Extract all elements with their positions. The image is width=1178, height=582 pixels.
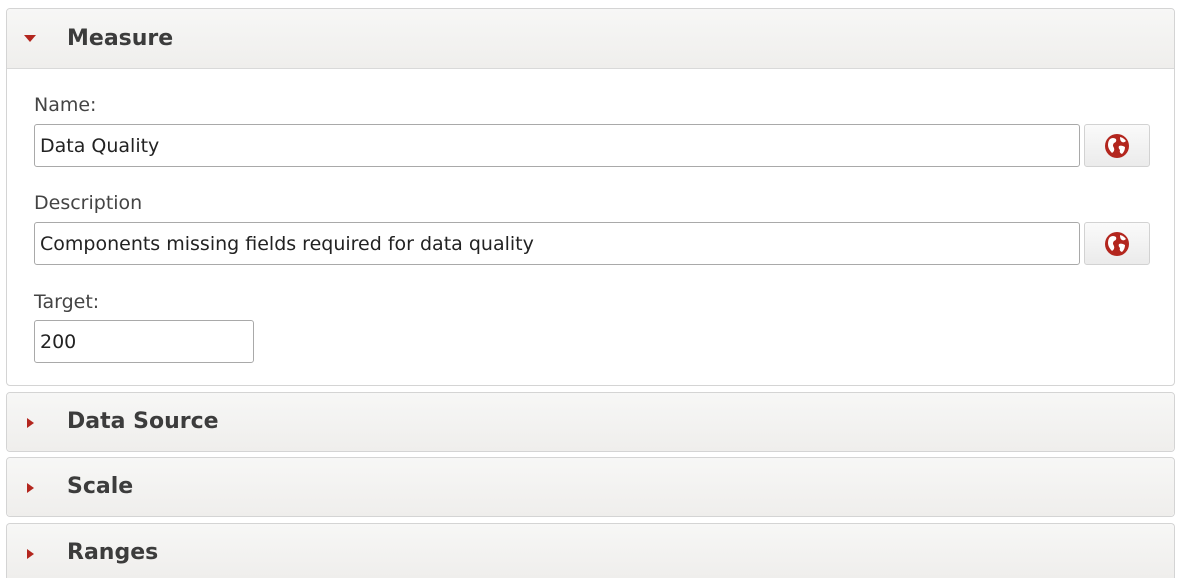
ranges-section-header[interactable]: Ranges	[7, 524, 1174, 578]
collapse-arrow-icon	[27, 418, 34, 428]
scale-section: Scale	[6, 457, 1175, 517]
target-label: Target:	[34, 291, 100, 313]
name-label: Name:	[34, 94, 97, 116]
scale-section-header[interactable]: Scale	[7, 458, 1174, 516]
description-translate-button[interactable]	[1084, 222, 1150, 265]
name-translate-button[interactable]	[1084, 124, 1150, 167]
data-source-section: Data Source	[6, 392, 1175, 452]
data-source-section-header[interactable]: Data Source	[7, 393, 1174, 451]
name-input[interactable]	[34, 124, 1080, 167]
measure-section-title: Measure	[67, 26, 174, 51]
collapse-arrow-icon	[27, 483, 34, 493]
data-source-section-title: Data Source	[67, 409, 219, 434]
measure-section: Measure Name: Description Target:	[6, 8, 1175, 386]
globe-icon	[1105, 133, 1129, 158]
target-input[interactable]	[34, 320, 254, 363]
measure-section-header[interactable]: Measure	[7, 9, 1174, 69]
expand-arrow-icon	[24, 35, 36, 42]
collapse-arrow-icon	[27, 549, 34, 559]
ranges-section: Ranges	[6, 523, 1175, 578]
ranges-section-title: Ranges	[67, 540, 159, 565]
globe-icon	[1105, 231, 1129, 256]
description-input[interactable]	[34, 222, 1080, 265]
scale-section-title: Scale	[67, 474, 134, 499]
description-label: Description	[34, 192, 143, 214]
